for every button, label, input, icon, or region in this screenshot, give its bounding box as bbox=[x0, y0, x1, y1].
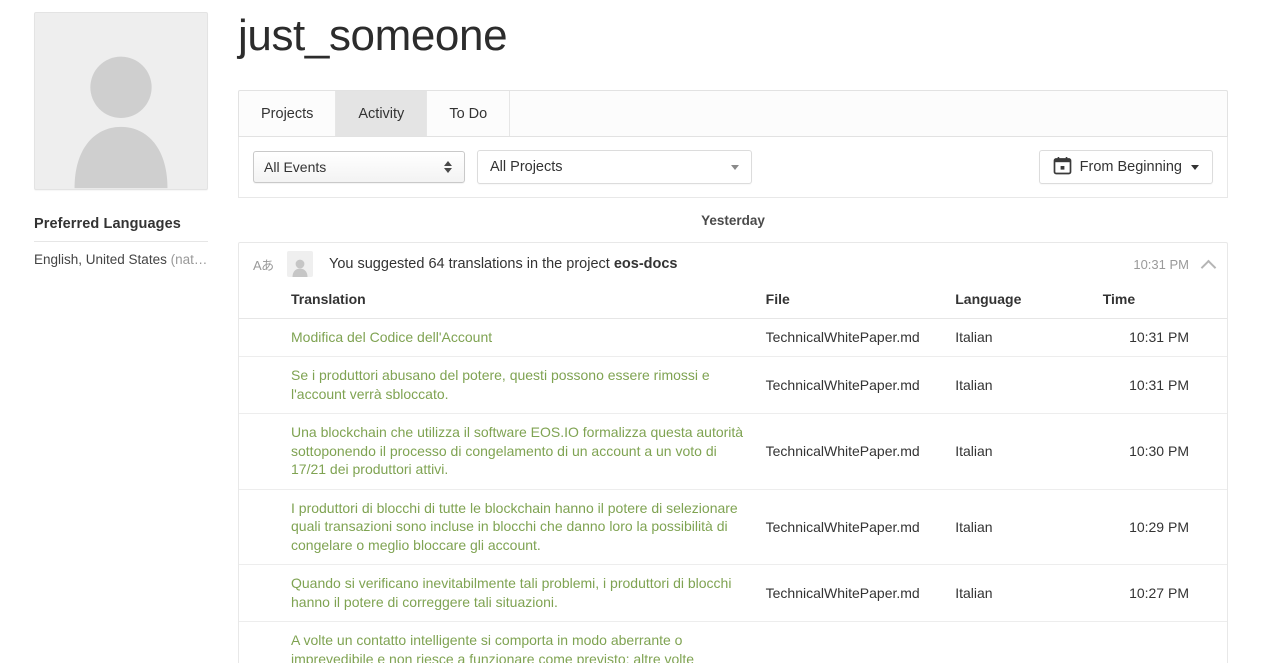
projects-filter-value: All Projects bbox=[490, 159, 563, 175]
filter-bar: All Events All Projects From Beginning bbox=[238, 137, 1228, 197]
cell-time: 10:30 PM bbox=[1102, 413, 1227, 490]
main-content: just_someone Projects Activity To Do All… bbox=[238, 0, 1228, 663]
activity-header[interactable]: Aあ You suggested 64 translations in the … bbox=[239, 243, 1227, 285]
translation-link[interactable]: Se i produttori abusano del potere, ques… bbox=[291, 366, 766, 403]
tab-projects[interactable]: Projects bbox=[239, 91, 337, 136]
table-row: A volte un contatto intelligente si comp… bbox=[239, 621, 1227, 663]
cell-file: TechnicalWhitePaper.md bbox=[765, 564, 956, 623]
tab-activity[interactable]: Activity bbox=[336, 91, 428, 136]
page-title: just_someone bbox=[238, 11, 508, 60]
column-header-language: Language bbox=[955, 285, 1103, 319]
cell-language: Italian bbox=[955, 413, 1103, 490]
cell-time: 10:31 PM bbox=[1102, 356, 1227, 415]
cell-translation: I produttori di blocchi di tutte le bloc… bbox=[239, 489, 766, 566]
translation-link[interactable]: Una blockchain che utilizza il software … bbox=[291, 423, 766, 478]
table-row: Una blockchain che utilizza il software … bbox=[239, 413, 1227, 490]
cell-language: Italian bbox=[955, 318, 1103, 358]
cell-language: Italian bbox=[955, 356, 1103, 415]
cell-translation: Se i produttori abusano del potere, ques… bbox=[239, 356, 766, 415]
cell-language: Italian bbox=[955, 621, 1103, 663]
cell-time: 10:31 PM bbox=[1102, 318, 1227, 358]
date-range-button[interactable]: From Beginning bbox=[1038, 150, 1213, 184]
translation-icon: Aあ bbox=[253, 257, 274, 273]
chevron-up-icon[interactable] bbox=[1202, 258, 1215, 271]
translation-link[interactable]: I produttori di blocchi di tutte le bloc… bbox=[291, 499, 766, 554]
column-header-translation: Translation bbox=[239, 285, 766, 319]
column-header-file: File bbox=[765, 285, 956, 319]
sidebar-language-item: English, United States (nat… bbox=[34, 252, 212, 267]
chevron-down-icon bbox=[731, 164, 739, 170]
tab-todo[interactable]: To Do bbox=[427, 91, 511, 136]
activity-project-name[interactable]: eos-docs bbox=[614, 256, 678, 272]
activity-avatar bbox=[287, 251, 313, 277]
cell-file: TechnicalWhitePaper.md bbox=[765, 489, 956, 566]
events-filter-select[interactable]: All Events bbox=[253, 151, 465, 183]
preferred-languages-title: Preferred Languages bbox=[34, 216, 181, 232]
day-divider: Yesterday bbox=[238, 198, 1228, 242]
table-header-row: Translation File Language Time bbox=[239, 285, 1227, 319]
cell-time: 10:29 PM bbox=[1102, 489, 1227, 566]
language-name: English, United States bbox=[34, 252, 171, 267]
activity-card: Aあ You suggested 64 translations in the … bbox=[238, 242, 1228, 663]
tab-bar: Projects Activity To Do bbox=[238, 90, 1228, 136]
projects-filter-select[interactable]: All Projects bbox=[477, 150, 752, 184]
spinner-arrows-icon bbox=[444, 161, 452, 173]
activity-text-prefix: You suggested 64 translations in the pro… bbox=[329, 256, 614, 272]
events-filter-value: All Events bbox=[264, 159, 327, 175]
table-body: Modifica del Codice dell'Account Technic… bbox=[239, 318, 1227, 663]
profile-activity-page: Preferred Languages English, United Stat… bbox=[0, 0, 1280, 663]
column-header-time: Time bbox=[1102, 285, 1227, 319]
cell-translation: A volte un contatto intelligente si comp… bbox=[239, 621, 766, 663]
calendar-icon bbox=[1053, 156, 1072, 179]
caret-down-icon bbox=[1191, 164, 1199, 170]
translation-link[interactable]: A volte un contatto intelligente si comp… bbox=[291, 631, 766, 663]
cell-file: TechnicalWhitePaper.md bbox=[765, 356, 956, 415]
cell-language: Italian bbox=[955, 489, 1103, 566]
table-row: Modifica del Codice dell'Account Technic… bbox=[239, 318, 1227, 358]
cell-translation: Una blockchain che utilizza il software … bbox=[239, 413, 766, 490]
language-suffix: (nat… bbox=[170, 252, 208, 267]
activity-description: You suggested 64 translations in the pro… bbox=[329, 256, 1133, 272]
cell-time: 10:27 PM bbox=[1102, 564, 1227, 623]
translation-link[interactable]: Quando si verificano inevitabilmente tal… bbox=[291, 574, 766, 611]
translations-table: Translation File Language Time Modifica … bbox=[239, 285, 1227, 663]
avatar bbox=[34, 12, 208, 190]
cell-file: TechnicalWhitePaper.md bbox=[765, 621, 956, 663]
table-row: Quando si verificano inevitabilmente tal… bbox=[239, 564, 1227, 623]
activity-timestamp: 10:31 PM bbox=[1133, 256, 1189, 272]
date-range-label: From Beginning bbox=[1079, 159, 1182, 175]
cell-file: TechnicalWhitePaper.md bbox=[765, 318, 956, 358]
cell-translation: Quando si verificano inevitabilmente tal… bbox=[239, 564, 766, 623]
cell-time: 10:26 PM bbox=[1102, 621, 1227, 663]
cell-language: Italian bbox=[955, 564, 1103, 623]
sidebar-divider bbox=[34, 241, 208, 242]
translation-link[interactable]: Modifica del Codice dell'Account bbox=[291, 328, 766, 346]
cell-translation: Modifica del Codice dell'Account bbox=[239, 318, 766, 358]
sidebar: Preferred Languages English, United Stat… bbox=[0, 0, 222, 663]
cell-file: TechnicalWhitePaper.md bbox=[765, 413, 956, 490]
table-head: Translation File Language Time bbox=[239, 285, 1227, 319]
table-row: Se i produttori abusano del potere, ques… bbox=[239, 356, 1227, 415]
table-row: I produttori di blocchi di tutte le bloc… bbox=[239, 489, 1227, 566]
